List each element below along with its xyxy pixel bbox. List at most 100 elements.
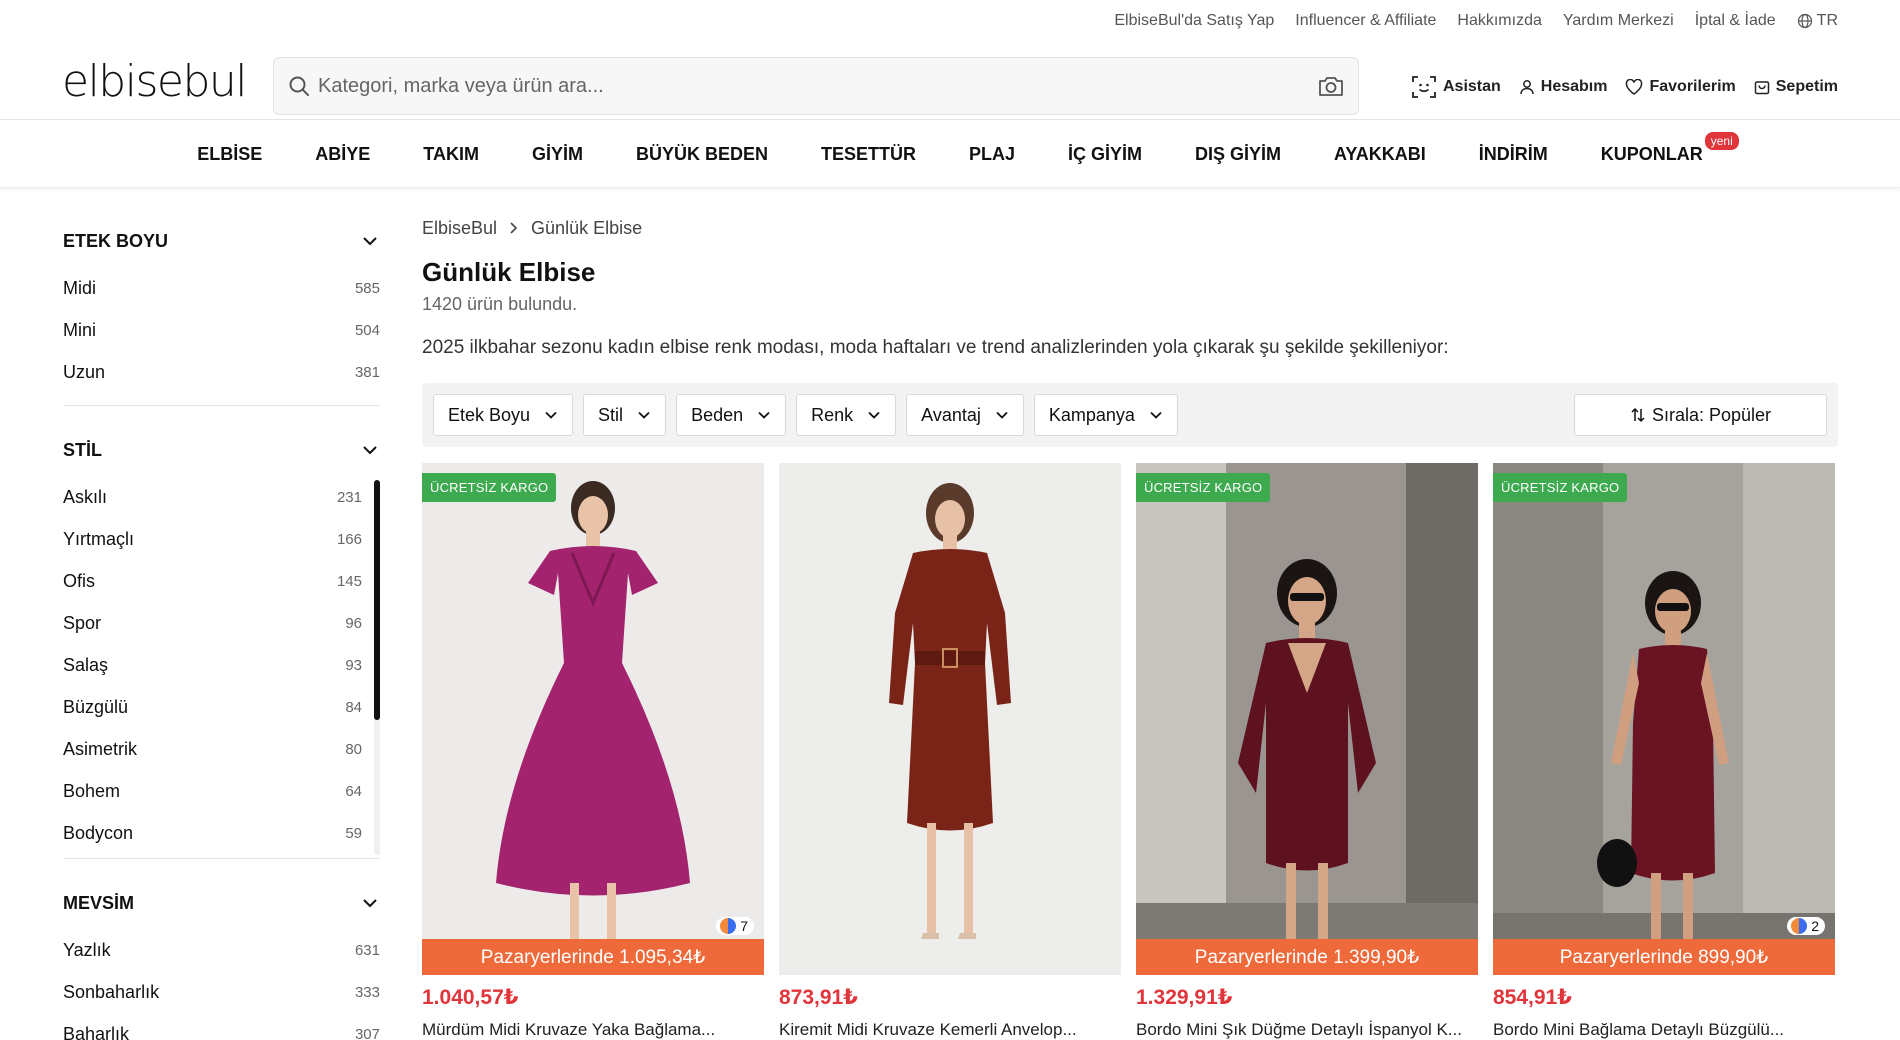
search-bar — [273, 57, 1359, 115]
sort-dropdown[interactable]: Sırala: Popüler — [1574, 394, 1827, 436]
filter-option-count: 307 — [354, 1025, 380, 1040]
filter-option-count: 93 — [345, 656, 362, 674]
filter-option-count: 231 — [336, 488, 362, 506]
color-swatch — [1791, 918, 1808, 934]
chevron-down-icon — [1150, 411, 1162, 419]
nav-item-elbise[interactable]: ELBİSE — [197, 144, 262, 165]
filter-section-header[interactable]: ETEK BOYU — [63, 215, 380, 267]
top-utility-bar: ElbiseBul'da Satış Yap Influencer & Affi… — [0, 0, 1900, 44]
marketplace-price-banner: Pazaryerlerinde 1.399,90₺ — [1136, 939, 1478, 975]
filter-option-label: Sonbaharlık — [63, 981, 160, 1002]
nav-item-abiye[interactable]: ABİYE — [315, 144, 370, 165]
filter-option[interactable]: Yırtmaçlı 166 — [63, 518, 362, 560]
product-image[interactable] — [779, 463, 1121, 975]
filter-option[interactable]: Ofis 145 — [63, 560, 362, 602]
free-shipping-badge: ÜCRETSİZ KARGO — [422, 473, 557, 502]
filter-dropdown-stil[interactable]: Stil — [583, 394, 667, 436]
nav-item-indirim[interactable]: İNDİRİM — [1479, 144, 1548, 165]
nav-item-kuponlar[interactable]: KUPONLAR yeni — [1601, 132, 1739, 165]
filter-section-header[interactable]: STİL — [63, 424, 380, 476]
filter-option-label: Mini — [63, 319, 97, 340]
marketplace-price-banner: Pazaryerlerinde 1.095,34₺ — [422, 939, 764, 975]
filter-dropdown-avantaj[interactable]: Avantaj — [906, 394, 1024, 436]
product-card[interactable]: ÜCRETSİZ KARGO 7 Pazaryerlerinde 1.095,3… — [422, 463, 764, 1040]
nav-item-plaj[interactable]: PLAJ — [969, 144, 1015, 165]
product-image[interactable]: ÜCRETSİZ KARGO 7 Pazaryerlerinde 1.095,3… — [422, 463, 764, 975]
filter-dropdown-beden[interactable]: Beden — [676, 394, 787, 436]
favorites-button[interactable]: Favorilerim — [1625, 74, 1736, 100]
shopping-bag-icon — [1754, 81, 1769, 95]
filter-option[interactable]: Sonbaharlık 333 — [63, 971, 380, 1013]
product-card[interactable]: ÜCRETSİZ KARGO Pazaryerlerinde 1.399,90₺… — [1136, 463, 1478, 1040]
filter-option[interactable]: Bodycon 59 — [63, 812, 362, 854]
filter-section-header[interactable]: MEVSİM — [63, 877, 380, 929]
nav-item-giyim[interactable]: GİYİM — [532, 144, 583, 165]
product-name[interactable]: Bordo Mini Şık Düğme Detaylı İspanyol K.… — [1136, 1020, 1478, 1040]
color-swatch — [720, 918, 737, 934]
breadcrumb: ElbiseBul Günlük Elbise — [422, 215, 1838, 241]
camera-search-button[interactable] — [1304, 74, 1358, 98]
color-variants-badge[interactable]: 7 — [716, 917, 754, 935]
filter-dropdown-renk[interactable]: Renk — [796, 394, 897, 436]
chevron-down-icon — [363, 237, 377, 246]
search-input[interactable] — [318, 74, 1304, 98]
product-image[interactable]: ÜCRETSİZ KARGO 2 Pazaryerlerinde 899,90₺ — [1493, 463, 1835, 975]
filter-dropdown-kampanya[interactable]: Kampanya — [1033, 394, 1178, 436]
filter-option[interactable]: Askılı 231 — [63, 476, 362, 518]
breadcrumb-home[interactable]: ElbiseBul — [422, 218, 497, 239]
filter-dropdown-etek-boyu[interactable]: Etek Boyu — [433, 394, 574, 436]
filter-option-count: 631 — [354, 941, 380, 959]
user-icon — [1520, 80, 1534, 95]
nav-item-ayakkabi[interactable]: AYAKKABI — [1334, 144, 1426, 165]
filter-option[interactable]: Yazlık 631 — [63, 929, 380, 971]
filter-sidebar: ETEK BOYU Midi 585 Mini 504 Uzun 381 STİL A… — [63, 215, 380, 1040]
assistant-button[interactable]: Asistan — [1411, 74, 1501, 100]
category-description: 2025 ilkbahar sezonu kadın elbise renk m… — [422, 337, 1449, 358]
nav-item-buyuk-beden[interactable]: BÜYÜK BEDEN — [636, 144, 768, 165]
filter-option[interactable]: Baharlık 307 — [63, 1013, 380, 1040]
scrollbar-thumb[interactable] — [374, 480, 380, 720]
return-link[interactable]: İptal & İade — [1695, 12, 1776, 30]
result-count: 1420 ürün bulundu. — [422, 294, 578, 314]
product-card[interactable]: ÜCRETSİZ KARGO 2 Pazaryerlerinde 899,90₺… — [1493, 463, 1835, 1040]
marketplace-price-banner: Pazaryerlerinde 899,90₺ — [1493, 939, 1835, 975]
filter-option[interactable]: Mini 504 — [63, 309, 380, 351]
filter-option[interactable]: Uzun 381 — [63, 351, 380, 393]
nav-item-tesettur[interactable]: TESETTÜR — [821, 144, 916, 165]
product-price: 1.329,91₺ — [1136, 986, 1233, 1009]
product-name[interactable]: Kiremit Midi Kruvaze Kemerli Anvelop... — [779, 1020, 1121, 1040]
filter-bar: Etek Boyu Stil Beden Renk Avantaj Kampan… — [422, 383, 1838, 447]
filter-option-label: Midi — [63, 277, 97, 298]
filter-dropdown-label: Etek Boyu — [448, 404, 531, 425]
nav-item-ic-giyim[interactable]: İÇ GİYİM — [1068, 144, 1142, 165]
sell-link[interactable]: ElbiseBul'da Satış Yap — [1114, 12, 1274, 30]
filter-option-label: Asimetrik — [63, 738, 138, 759]
filter-option[interactable]: Salaş 93 — [63, 644, 362, 686]
nav-item-takim[interactable]: TAKIM — [423, 144, 479, 165]
product-name[interactable]: Bordo Mini Bağlama Detaylı Büzgülü... — [1493, 1020, 1835, 1040]
product-image[interactable]: ÜCRETSİZ KARGO Pazaryerlerinde 1.399,90₺ — [1136, 463, 1478, 975]
filter-option[interactable]: Bohem 64 — [63, 770, 362, 812]
filter-section-mevsim: MEVSİM Yazlık 631 Sonbaharlık 333 Baharlık… — [63, 877, 380, 1040]
filter-section-stil: STİL Askılı 231 Yırtmaçlı 166 Ofis 145 Spor… — [63, 424, 380, 859]
sort-label: Sırala: Popüler — [1651, 404, 1772, 425]
cart-button[interactable]: Sepetim — [1754, 74, 1838, 100]
site-logo[interactable]: elbisebul — [62, 60, 247, 104]
chevron-down-icon — [758, 411, 770, 419]
account-button[interactable]: Hesabım — [1519, 74, 1607, 100]
nav-item-dis-giyim[interactable]: DIŞ GİYİM — [1195, 144, 1281, 165]
influencer-link[interactable]: Influencer & Affiliate — [1295, 12, 1436, 30]
color-variants-badge[interactable]: 2 — [1787, 917, 1825, 935]
category-nav: ELBİSE ABİYE TAKIM GİYİM BÜYÜK BEDEN TES… — [0, 120, 1900, 188]
product-card[interactable]: 873,91₺ Kiremit Midi Kruvaze Kemerli Anv… — [779, 463, 1121, 1040]
filter-option-label: Ofis — [63, 570, 96, 591]
filter-option[interactable]: Midi 585 — [63, 267, 380, 309]
filter-option[interactable]: Büzgülü 84 — [63, 686, 362, 728]
product-name[interactable]: Mürdüm Midi Kruvaze Yaka Bağlama... — [422, 1020, 764, 1040]
about-link[interactable]: Hakkımızda — [1457, 12, 1541, 30]
help-center-link[interactable]: Yardım Merkezi — [1563, 12, 1674, 30]
language-selector[interactable]: TR — [1797, 12, 1838, 30]
filter-option[interactable]: Asimetrik 80 — [63, 728, 362, 770]
breadcrumb-current[interactable]: Günlük Elbise — [531, 218, 642, 239]
filter-option[interactable]: Spor 96 — [63, 602, 362, 644]
